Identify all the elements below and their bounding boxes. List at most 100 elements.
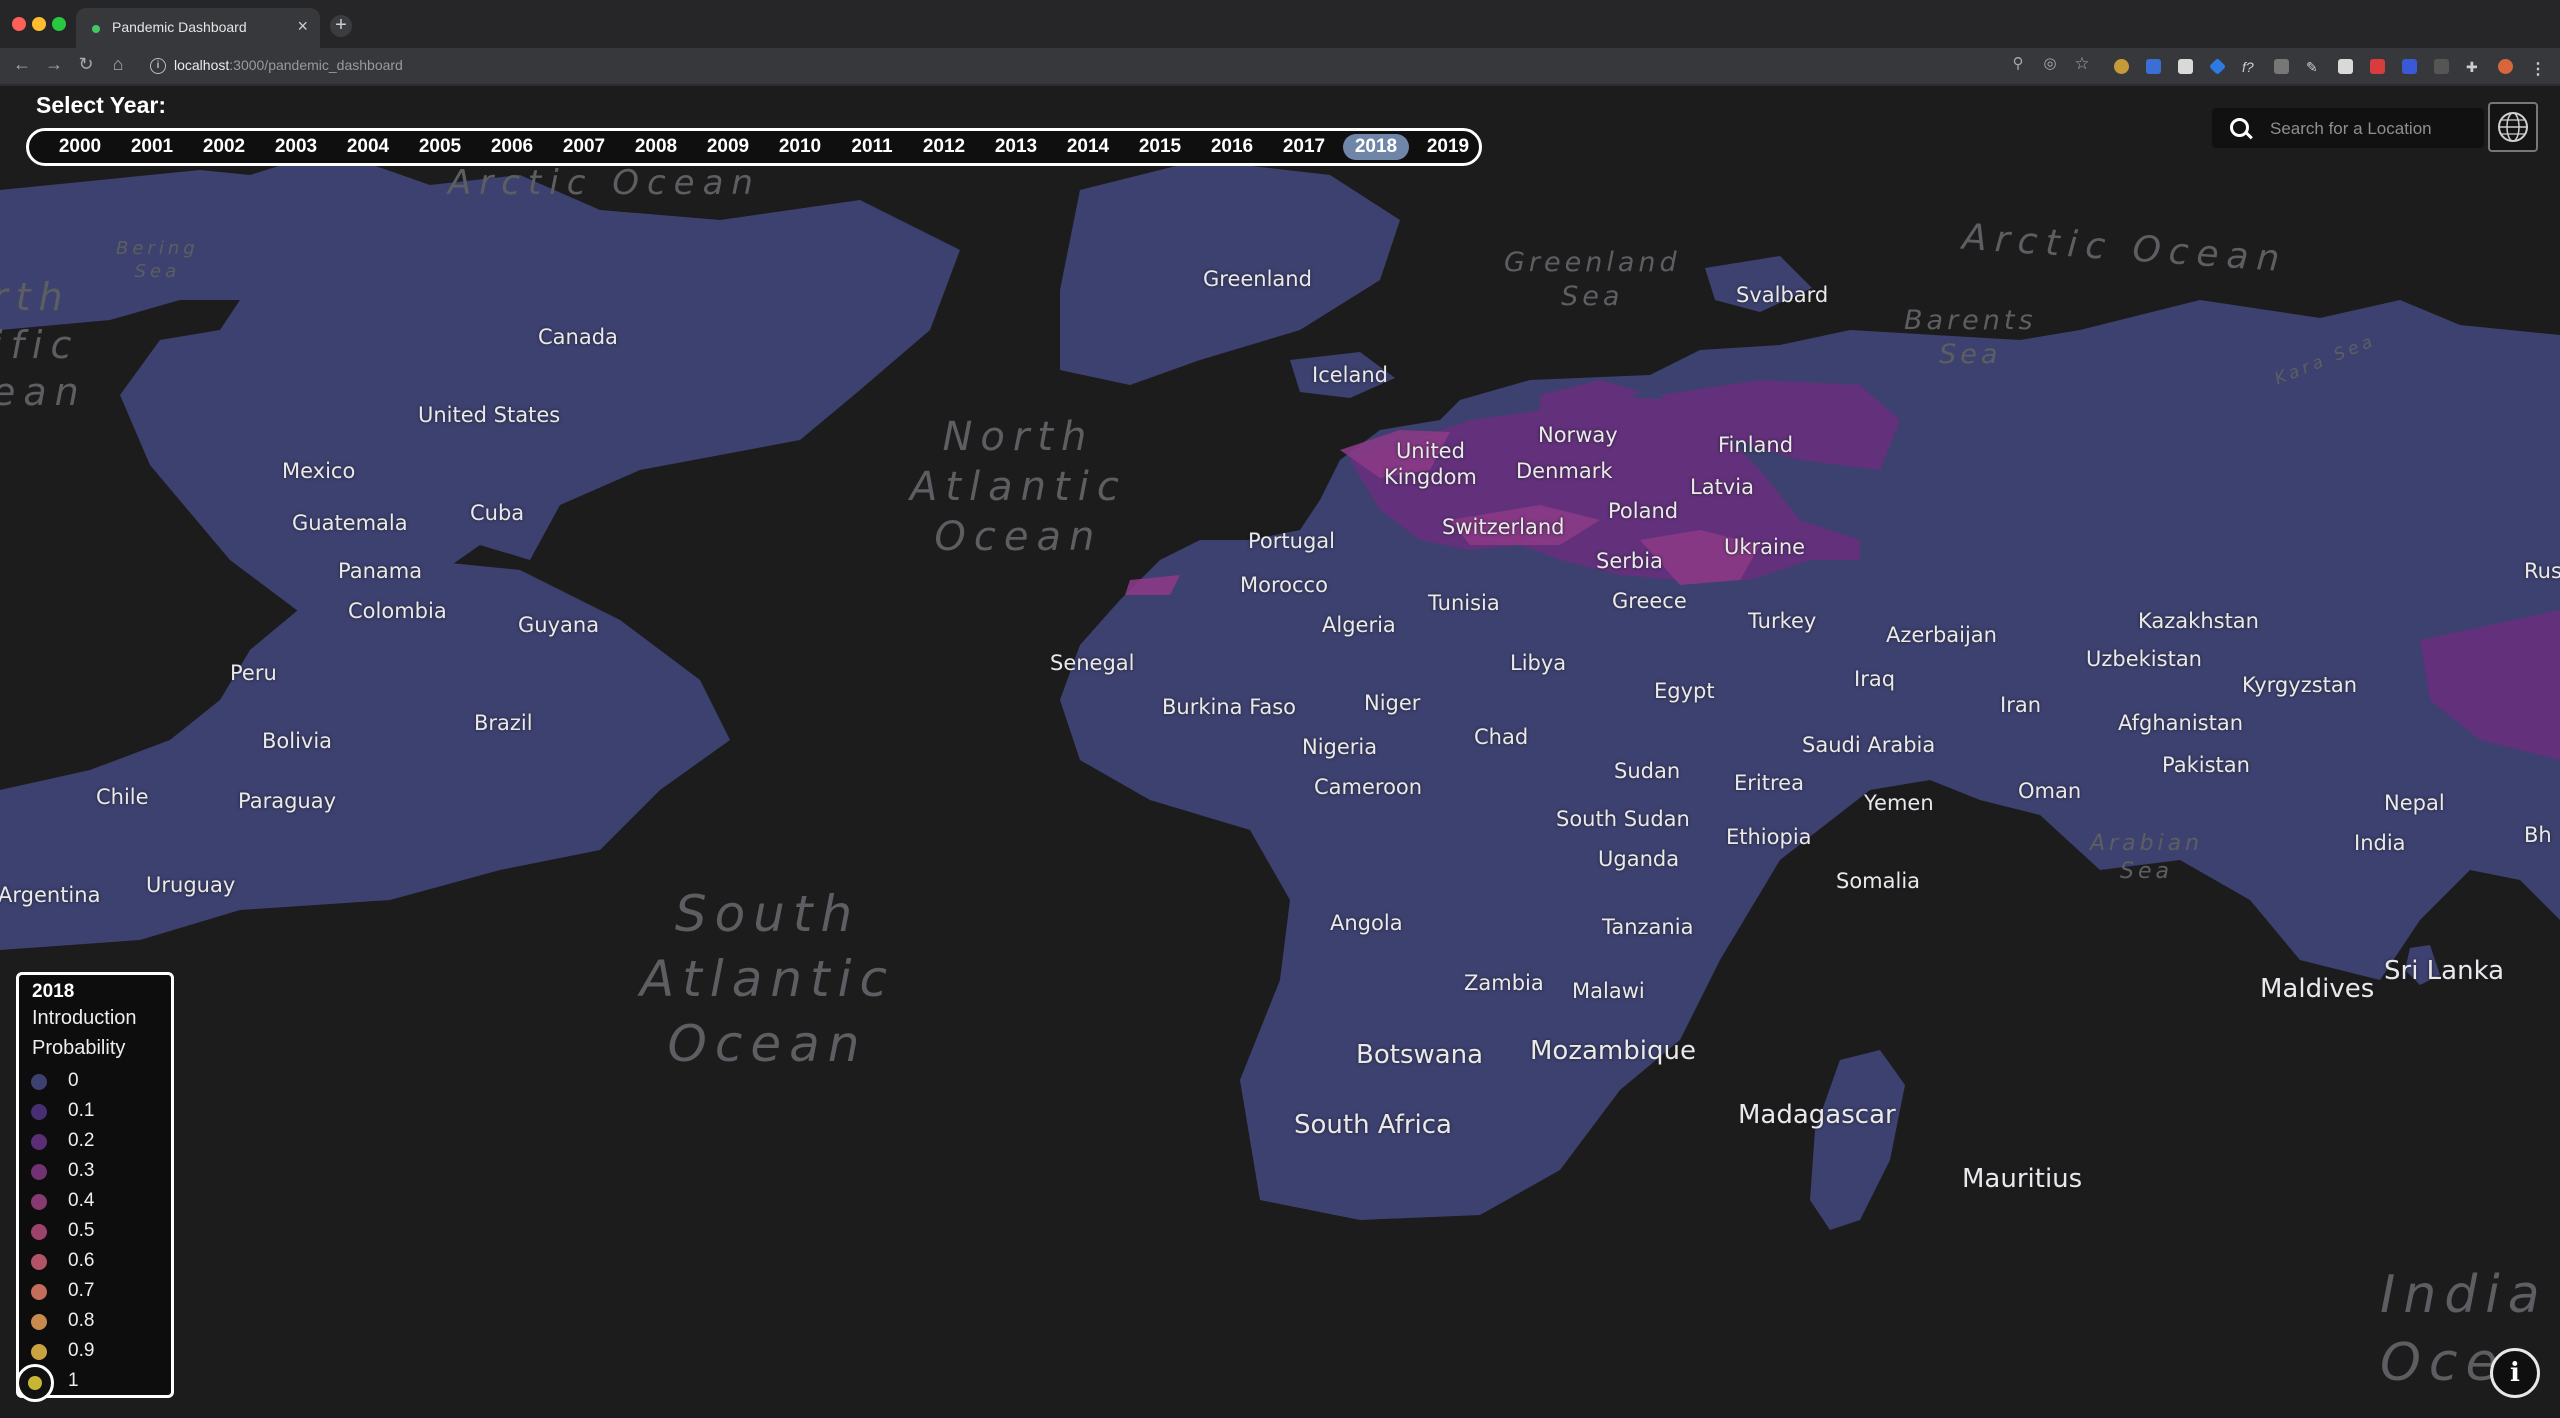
country-label[interactable]: Panama [338, 558, 422, 584]
year-option-2011[interactable]: 2011 [839, 134, 905, 160]
country-label[interactable]: Cuba [470, 500, 524, 526]
forward-arrow-icon[interactable]: → [42, 54, 66, 75]
country-label[interactable]: Portugal [1248, 528, 1335, 554]
year-option-2016[interactable]: 2016 [1199, 134, 1265, 160]
country-label[interactable]: Niger [1364, 690, 1420, 716]
country-label[interactable]: Tanzania [1602, 914, 1693, 940]
search-input[interactable] [2268, 114, 2472, 144]
country-label[interactable]: Pakistan [2162, 752, 2250, 778]
country-label[interactable]: Rus [2524, 558, 2560, 584]
country-label[interactable]: Canada [538, 324, 618, 350]
extension-icon[interactable] [2146, 59, 2161, 74]
address-bar[interactable]: localhost:3000/pandemic_dashboard [174, 57, 403, 73]
mail-extension-icon[interactable] [2178, 59, 2193, 74]
more-menu-icon[interactable]: ⋮ [2530, 59, 2546, 78]
year-option-2003[interactable]: 2003 [263, 134, 329, 160]
country-label[interactable]: Iceland [1312, 362, 1388, 388]
country-label[interactable]: Malawi [1572, 978, 1645, 1004]
country-label[interactable]: Sudan [1614, 758, 1680, 784]
country-label[interactable]: Algeria [1322, 612, 1396, 638]
country-label[interactable]: Oman [2018, 778, 2081, 804]
country-label[interactable]: Mozambique [1530, 1038, 1696, 1064]
year-option-2001[interactable]: 2001 [119, 134, 185, 160]
eye-off-icon[interactable]: ◎ [2038, 54, 2062, 72]
year-option-2008[interactable]: 2008 [623, 134, 689, 160]
minimize-window-button[interactable] [32, 17, 46, 31]
pen-extension-icon[interactable]: ✎ [2306, 59, 2321, 75]
bookmark-star-icon[interactable]: ☆ [2070, 54, 2094, 74]
country-label[interactable]: Angola [1330, 910, 1403, 936]
new-tab-button[interactable]: + [330, 15, 352, 37]
country-label[interactable]: Latvia [1690, 474, 1754, 500]
country-label[interactable]: Argentina [0, 882, 100, 908]
country-label[interactable]: South Sudan [1556, 806, 1690, 832]
country-label[interactable]: Cameroon [1314, 774, 1422, 800]
year-option-2013[interactable]: 2013 [983, 134, 1049, 160]
year-option-2017[interactable]: 2017 [1271, 134, 1337, 160]
year-option-2000[interactable]: 2000 [47, 134, 113, 160]
country-label[interactable]: Bh [2524, 822, 2552, 848]
year-option-2007[interactable]: 2007 [551, 134, 617, 160]
year-option-2009[interactable]: 2009 [695, 134, 761, 160]
country-label[interactable]: Ukraine [1724, 534, 1805, 560]
year-option-2014[interactable]: 2014 [1055, 134, 1121, 160]
extension-icon[interactable] [2434, 59, 2449, 74]
back-arrow-icon[interactable]: ← [10, 54, 34, 75]
country-label[interactable]: Paraguay [238, 788, 336, 814]
country-label[interactable]: Colombia [348, 598, 447, 624]
country-label[interactable]: Iraq [1854, 666, 1895, 692]
country-label[interactable]: India [2354, 830, 2406, 856]
country-label[interactable]: Greece [1612, 588, 1687, 614]
country-label[interactable]: Morocco [1240, 572, 1328, 598]
info-button[interactable]: i [2490, 1348, 2540, 1398]
country-label[interactable]: Poland [1608, 498, 1678, 524]
country-label[interactable]: South Africa [1294, 1112, 1452, 1138]
country-label[interactable]: Yemen [1864, 790, 1934, 816]
country-label[interactable]: Senegal [1050, 650, 1135, 676]
country-label[interactable]: Iran [2000, 692, 2041, 718]
extension-icon[interactable] [2338, 59, 2353, 74]
country-label[interactable]: Bolivia [262, 728, 332, 754]
country-label[interactable]: Uzbekistan [2086, 646, 2202, 672]
country-label[interactable]: Brazil [474, 710, 533, 736]
country-label[interactable]: Maldives [2260, 976, 2374, 1002]
home-icon[interactable]: ⌂ [106, 54, 130, 75]
country-label[interactable]: Ethiopia [1726, 824, 1812, 850]
country-label[interactable]: Uruguay [146, 872, 235, 898]
year-option-2019[interactable]: 2019 [1415, 134, 1481, 160]
country-label[interactable]: Sri Lanka [2384, 958, 2504, 984]
country-label[interactable]: Denmark [1516, 458, 1613, 484]
profile-avatar[interactable] [2498, 59, 2513, 74]
country-label[interactable]: Peru [230, 660, 277, 686]
country-label[interactable]: Svalbard [1736, 282, 1828, 308]
site-info-icon[interactable]: i [150, 58, 166, 74]
country-label[interactable]: Saudi Arabia [1802, 732, 1935, 758]
tab-close-icon[interactable]: × [297, 16, 308, 37]
legend-toggle-button[interactable] [16, 1364, 54, 1402]
country-label[interactable]: Mauritius [1962, 1166, 2082, 1192]
location-search[interactable] [2212, 108, 2484, 148]
country-label[interactable]: Eritrea [1734, 770, 1804, 796]
country-label[interactable]: Burkina Faso [1162, 694, 1296, 720]
year-selector[interactable]: 2000 2001 2002 2003 2004 2005 2006 2007 2008 2009… [26, 128, 1482, 166]
country-label[interactable]: Chad [1474, 724, 1528, 750]
formula-extension-icon[interactable]: f? [2242, 59, 2257, 75]
country-label[interactable]: Zambia [1464, 970, 1544, 996]
country-label[interactable]: Azerbaijan [1886, 622, 1997, 648]
year-option-2002[interactable]: 2002 [191, 134, 257, 160]
year-option-2018[interactable]: 2018 [1343, 134, 1409, 160]
country-label[interactable]: Guatemala [292, 510, 408, 536]
zoom-icon[interactable]: ⚲ [2006, 54, 2030, 72]
country-label[interactable]: Somalia [1836, 868, 1920, 894]
country-label[interactable]: Chile [96, 784, 149, 810]
country-label[interactable]: Egypt [1654, 678, 1715, 704]
country-label[interactable]: Nigeria [1302, 734, 1377, 760]
country-label[interactable]: Guyana [518, 612, 599, 638]
country-label[interactable]: Switzerland [1442, 514, 1565, 540]
country-label[interactable]: Tunisia [1428, 590, 1500, 616]
year-option-2010[interactable]: 2010 [767, 134, 833, 160]
country-label[interactable]: Serbia [1596, 548, 1663, 574]
country-label[interactable]: Botswana [1356, 1042, 1483, 1068]
reload-icon[interactable]: ↻ [74, 54, 98, 75]
world-map[interactable]: Arctic Ocean Arctic Ocean BeringSea rthi… [0, 86, 2560, 1418]
